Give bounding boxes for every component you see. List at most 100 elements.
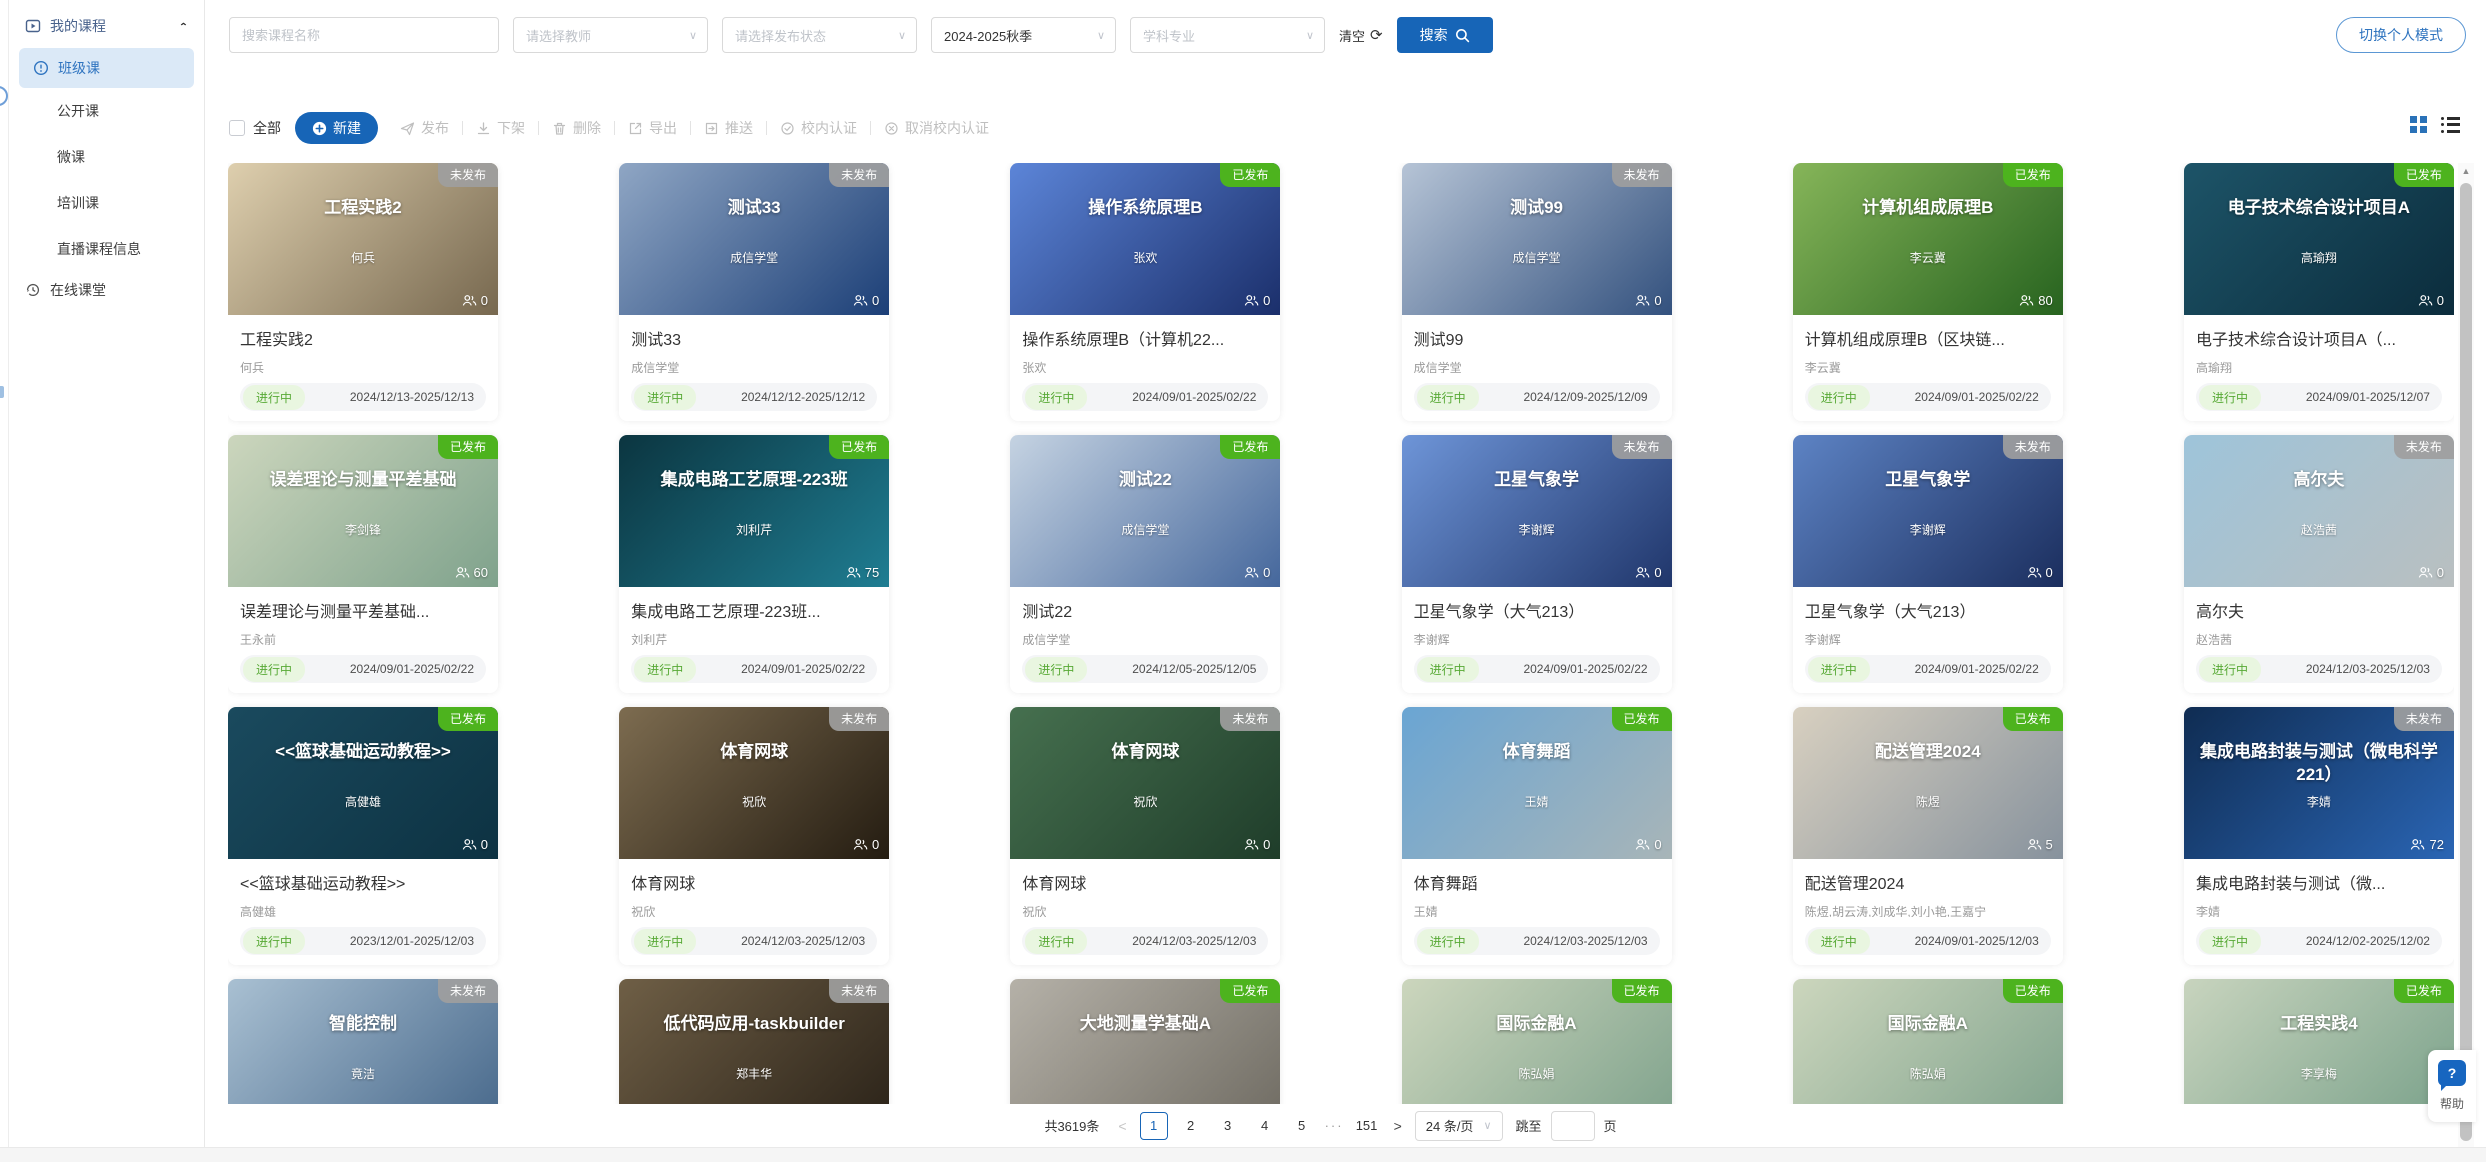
- toolbar-action-publish[interactable]: 发布: [400, 118, 449, 138]
- cover-teacher-name: 成信学堂: [1402, 249, 1672, 266]
- toolbar-action-delete[interactable]: 删除: [552, 118, 601, 138]
- next-page-button[interactable]: >: [1390, 1118, 1406, 1134]
- student-count: 0: [2418, 565, 2444, 580]
- page-button[interactable]: 2: [1177, 1112, 1205, 1140]
- course-card[interactable]: 已发布 <<篮球基础运动教程>> 高健雄 0 <<篮球基础运动教程>> 高健雄 …: [228, 707, 498, 965]
- help-question-icon[interactable]: ?: [2438, 1060, 2466, 1086]
- sidebar-item-live-course-info[interactable]: 直播课程信息: [9, 226, 204, 272]
- course-card[interactable]: 未发布 卫星气象学 李谢辉 0 卫星气象学（大气213） 李谢辉 进行中 202…: [1793, 435, 2063, 693]
- cover-course-title: 计算机组成原理B: [1793, 197, 2063, 220]
- course-card[interactable]: 已发布 集成电路工艺原理-223班 刘利芹 75 集成电路工艺原理-223班..…: [619, 435, 889, 693]
- course-card[interactable]: 已发布 国际金融A 陈弘娟: [1793, 979, 2063, 1104]
- cover-teacher-name: 李谢辉: [1402, 521, 1672, 538]
- scrollbar-thumb[interactable]: [2460, 183, 2472, 1141]
- course-card[interactable]: 未发布 卫星气象学 李谢辉 0 卫星气象学（大气213） 李谢辉 进行中 202…: [1402, 435, 1672, 693]
- chevron-up-icon[interactable]: ⌃: [179, 21, 188, 31]
- course-status-row: 进行中 2024/09/01-2025/02/22: [1805, 655, 2051, 683]
- course-card[interactable]: 已发布 体育舞蹈 王婧 0 体育舞蹈 王婧 进行中 2024/12/03-202…: [1402, 707, 1672, 965]
- sidebar-item-training-course[interactable]: 培训课: [9, 180, 204, 226]
- course-cover-image: 未发布 测试33 成信学堂 0: [619, 163, 889, 315]
- course-card[interactable]: 未发布 高尔夫 赵浩茜 0 高尔夫 赵浩茜 进行中 2024/12/03-202…: [2184, 435, 2454, 693]
- course-status-row: 进行中 2024/12/13-2025/12/13: [240, 383, 486, 411]
- cover-course-title: 体育舞蹈: [1402, 741, 1672, 764]
- course-card[interactable]: 未发布 体育网球 祝欣 0 体育网球 祝欣 进行中 2024/12/03-202…: [1010, 707, 1280, 965]
- switch-personal-mode-button[interactable]: 切换个人模式: [2336, 17, 2466, 53]
- cover-course-title: <<篮球基础运动教程>>: [228, 741, 498, 764]
- course-card[interactable]: 已发布 操作系统原理B 张欢 0 操作系统原理B（计算机22... 张欢 进行中…: [1010, 163, 1280, 421]
- course-teacher: 高瑜翔: [2196, 359, 2442, 373]
- student-count: 0: [462, 837, 488, 852]
- history-clock-icon: [25, 282, 41, 298]
- course-title: 集成电路工艺原理-223班...: [631, 598, 877, 622]
- cover-course-title: 卫星气象学: [1402, 469, 1672, 492]
- course-card[interactable]: 未发布 测试33 成信学堂 0 测试33 成信学堂 进行中 2024/12/12…: [619, 163, 889, 421]
- toolbar-action-certify[interactable]: 校内认证: [780, 118, 857, 138]
- course-card[interactable]: 已发布 配送管理2024 陈煜 5 配送管理2024 陈煜,胡云涛,刘成华,刘小…: [1793, 707, 2063, 965]
- new-course-button[interactable]: 新建: [295, 112, 378, 144]
- course-card[interactable]: 已发布 国际金融A 陈弘娟: [1402, 979, 1672, 1104]
- cover-teacher-name: 赵浩茜: [2184, 521, 2454, 538]
- toolbar-action-export[interactable]: 导出: [628, 118, 677, 138]
- page-button[interactable]: 5: [1288, 1112, 1316, 1140]
- course-card[interactable]: 未发布 工程实践2 何兵 0 工程实践2 何兵 进行中 2024/12/13-2…: [228, 163, 498, 421]
- course-date-range: 2024/12/09-2025/12/09: [1523, 390, 1647, 404]
- course-card[interactable]: 已发布 测试22 成信学堂 0 测试22 成信学堂 进行中 2024/12/05…: [1010, 435, 1280, 693]
- course-card[interactable]: 未发布 集成电路封装与测试（微电科学221） 李婧 72 集成电路封装与测试（微…: [2184, 707, 2454, 965]
- paper-plane-icon: [400, 121, 415, 136]
- more-pages-button[interactable]: ···: [1325, 1118, 1344, 1133]
- grid-view-icon[interactable]: [2410, 116, 2427, 133]
- semester-select[interactable]: 2024-2025秋季 ∨: [931, 17, 1116, 53]
- publish-status-badge: 已发布: [1220, 435, 1280, 459]
- cover-teacher-name: 祝欣: [619, 793, 889, 810]
- page-button[interactable]: 4: [1251, 1112, 1279, 1140]
- course-card[interactable]: 未发布 低代码应用-taskbuilder 郑丰华: [619, 979, 889, 1104]
- course-card[interactable]: 未发布 智能控制 竟洁: [228, 979, 498, 1104]
- jump-to-page-input[interactable]: [1551, 1111, 1595, 1141]
- people-icon: [2019, 294, 2034, 307]
- sidebar-item-class-course[interactable]: 班级课: [19, 48, 194, 88]
- cover-course-title: 卫星气象学: [1793, 469, 2063, 492]
- help-widget[interactable]: ? 帮助: [2428, 1050, 2476, 1122]
- publish-status-select[interactable]: 请选择发布状态 ∨: [722, 17, 917, 53]
- course-card[interactable]: 已发布 工程实践4 李享梅: [2184, 979, 2454, 1104]
- sidebar-group-my-courses[interactable]: 我的课程 ⌃: [9, 16, 204, 36]
- cover-teacher-name: 高瑜翔: [2184, 249, 2454, 266]
- course-card[interactable]: 未发布 测试99 成信学堂 0 测试99 成信学堂 进行中 2024/12/09…: [1402, 163, 1672, 421]
- search-button-label: 搜索: [1420, 25, 1448, 45]
- toolbar-separator: [462, 121, 463, 135]
- teacher-select[interactable]: 请选择教师 ∨: [513, 17, 708, 53]
- page-size-select[interactable]: 24 条/页 ∨: [1415, 1111, 1503, 1141]
- toolbar-action-takedown[interactable]: 下架: [476, 118, 525, 138]
- course-cover-image: 未发布 集成电路封装与测试（微电科学221） 李婧 72: [2184, 707, 2454, 859]
- course-status-pill: 进行中: [1025, 929, 1087, 954]
- course-card[interactable]: 已发布 大地测量学基础A: [1010, 979, 1280, 1104]
- page-button-active[interactable]: 1: [1140, 1112, 1168, 1140]
- list-view-icon[interactable]: [2441, 117, 2460, 133]
- sidebar-item-online-classroom[interactable]: 在线课堂: [9, 272, 204, 308]
- course-card[interactable]: 已发布 误差理论与测量平差基础 李剑锋 60 误差理论与测量平差基础... 王永…: [228, 435, 498, 693]
- subject-select[interactable]: 学科专业 ∨: [1130, 17, 1325, 53]
- course-cover-image: 已发布 计算机组成原理B 李云冀 80: [1793, 163, 2063, 315]
- search-course-input[interactable]: [229, 17, 499, 53]
- course-card[interactable]: 已发布 计算机组成原理B 李云冀 80 计算机组成原理B（区块链... 李云冀 …: [1793, 163, 2063, 421]
- clear-filters-button[interactable]: 清空 ⟳: [1339, 26, 1383, 45]
- toolbar-action-push[interactable]: 推送: [704, 118, 753, 138]
- people-icon: [2410, 838, 2425, 851]
- publish-status-badge: 已发布: [2003, 979, 2063, 1003]
- people-icon: [1244, 294, 1259, 307]
- select-all-checkbox[interactable]: [229, 120, 245, 136]
- toolbar-action-uncertify[interactable]: 取消校内认证: [884, 118, 989, 138]
- sidebar-item-open-course[interactable]: 公开课: [9, 88, 204, 134]
- course-info: 集成电路工艺原理-223班... 刘利芹 进行中 2024/09/01-2025…: [619, 587, 889, 683]
- prev-page-button[interactable]: <: [1114, 1118, 1130, 1134]
- course-card[interactable]: 已发布 电子技术综合设计项目A 高瑜翔 0 电子技术综合设计项目A（... 高瑜…: [2184, 163, 2454, 421]
- scroll-up-arrow-icon[interactable]: ▲: [2458, 163, 2474, 179]
- last-page-button[interactable]: 151: [1353, 1112, 1381, 1140]
- sidebar-item-micro-course[interactable]: 微课: [9, 134, 204, 180]
- vertical-scrollbar[interactable]: ▲: [2458, 163, 2474, 1147]
- student-count: 72: [2410, 837, 2443, 852]
- search-button[interactable]: 搜索: [1397, 17, 1493, 53]
- page-button[interactable]: 3: [1214, 1112, 1242, 1140]
- course-card[interactable]: 未发布 体育网球 祝欣 0 体育网球 祝欣 进行中 2024/12/03-202…: [619, 707, 889, 965]
- cover-teacher-name: 成信学堂: [1010, 521, 1280, 538]
